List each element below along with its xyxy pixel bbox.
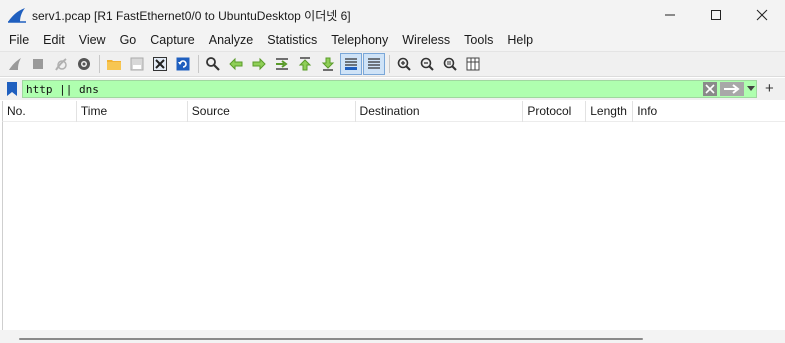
start-capture-button[interactable] (4, 53, 26, 75)
capture-options-button[interactable] (73, 53, 95, 75)
zoom-in-button[interactable] (393, 53, 415, 75)
restart-capture-icon (55, 58, 67, 71)
window-title: serv1.pcap [R1 FastEthernet0/0 to Ubuntu… (32, 8, 351, 23)
menu-bar: File Edit View Go Capture Analyze Statis… (0, 30, 785, 51)
colorize-icon (368, 58, 380, 69)
packet-list-header: No. Time Source Destination Protocol Len… (2, 100, 785, 122)
clear-filter-icon (705, 84, 715, 94)
go-first-button[interactable] (294, 53, 316, 75)
find-packet-icon (206, 57, 220, 71)
auto-scroll-button[interactable] (340, 53, 362, 75)
filter-dropdown-icon (747, 86, 755, 91)
go-first-icon (298, 57, 312, 71)
menu-statistics[interactable]: Statistics (260, 30, 324, 51)
colorize-button[interactable] (363, 53, 385, 75)
column-header-protocol[interactable]: Protocol (523, 100, 587, 122)
go-to-packet-button[interactable] (271, 53, 293, 75)
zoom-in-icon (397, 57, 411, 71)
auto-scroll-icon (345, 58, 357, 70)
find-packet-button[interactable] (202, 53, 224, 75)
normal-size-button[interactable] (439, 53, 461, 75)
wireshark-shark-fin-icon (6, 6, 28, 24)
menu-go[interactable]: Go (113, 30, 144, 51)
menu-view[interactable]: View (72, 30, 113, 51)
stop-capture-icon (33, 59, 43, 69)
menu-edit[interactable]: Edit (36, 30, 72, 51)
column-header-no[interactable]: No. (3, 100, 77, 122)
menu-help[interactable]: Help (500, 30, 540, 51)
go-back-icon (229, 57, 243, 71)
clear-filter-button[interactable] (703, 82, 717, 96)
go-back-button[interactable] (225, 53, 247, 75)
open-file-button[interactable] (103, 53, 125, 75)
minimize-icon (665, 14, 675, 16)
menu-wireless[interactable]: Wireless (395, 30, 457, 51)
maximize-button[interactable] (693, 0, 739, 30)
add-filter-button-icon[interactable]: + (765, 80, 774, 98)
window-controls (647, 0, 785, 30)
go-last-button[interactable] (317, 53, 339, 75)
stop-capture-button[interactable] (27, 53, 49, 75)
bookmark-icon (7, 82, 17, 96)
filter-dropdown-button[interactable] (746, 82, 756, 96)
reload-file-button[interactable] (172, 53, 194, 75)
maximize-icon (711, 10, 721, 20)
display-filter-input[interactable]: http || dns (22, 80, 757, 98)
title-bar: serv1.pcap [R1 FastEthernet0/0 to Ubuntu… (0, 0, 785, 30)
packet-list[interactable] (2, 122, 785, 330)
column-header-destination[interactable]: Destination (356, 100, 524, 122)
toolbar-separator (198, 55, 199, 73)
apply-filter-icon (724, 84, 740, 94)
display-filter-bar: http || dns + (0, 78, 785, 100)
go-forward-button[interactable] (248, 53, 270, 75)
toolbar-separator (389, 55, 390, 73)
close-file-button[interactable] (149, 53, 171, 75)
restart-capture-button[interactable] (50, 53, 72, 75)
start-capture-icon (9, 58, 21, 70)
capture-options-icon (78, 58, 90, 70)
menu-telephony[interactable]: Telephony (324, 30, 395, 51)
menu-tools[interactable]: Tools (457, 30, 500, 51)
normal-size-icon (443, 57, 457, 71)
filter-bookmark-button[interactable] (4, 80, 20, 98)
column-header-time[interactable]: Time (77, 100, 188, 122)
main-toolbar (0, 51, 785, 77)
resize-columns-button[interactable] (462, 53, 484, 75)
column-header-source[interactable]: Source (188, 100, 356, 122)
close-icon (756, 9, 768, 21)
close-button[interactable] (739, 0, 785, 30)
zoom-out-button[interactable] (416, 53, 438, 75)
apply-filter-button[interactable] (720, 82, 744, 96)
column-header-length[interactable]: Length (586, 100, 634, 122)
open-file-icon (107, 60, 121, 70)
go-forward-icon (252, 57, 266, 71)
display-filter-text[interactable]: http || dns (23, 83, 703, 96)
horizontal-scrollbar[interactable] (0, 330, 785, 343)
minimize-button[interactable] (647, 0, 693, 30)
menu-analyze[interactable]: Analyze (202, 30, 260, 51)
menu-file[interactable]: File (0, 30, 36, 51)
go-to-packet-icon (276, 58, 288, 70)
horizontal-scrollbar-thumb[interactable] (19, 338, 643, 340)
resize-columns-icon (466, 57, 480, 71)
go-last-icon (321, 57, 335, 71)
column-header-info[interactable]: Info (633, 101, 785, 122)
close-file-icon (153, 57, 167, 71)
zoom-out-icon (420, 57, 434, 71)
save-file-icon (130, 57, 144, 71)
toolbar-separator (99, 55, 100, 73)
menu-capture[interactable]: Capture (143, 30, 201, 51)
save-file-button[interactable] (126, 53, 148, 75)
reload-file-icon (176, 57, 190, 71)
